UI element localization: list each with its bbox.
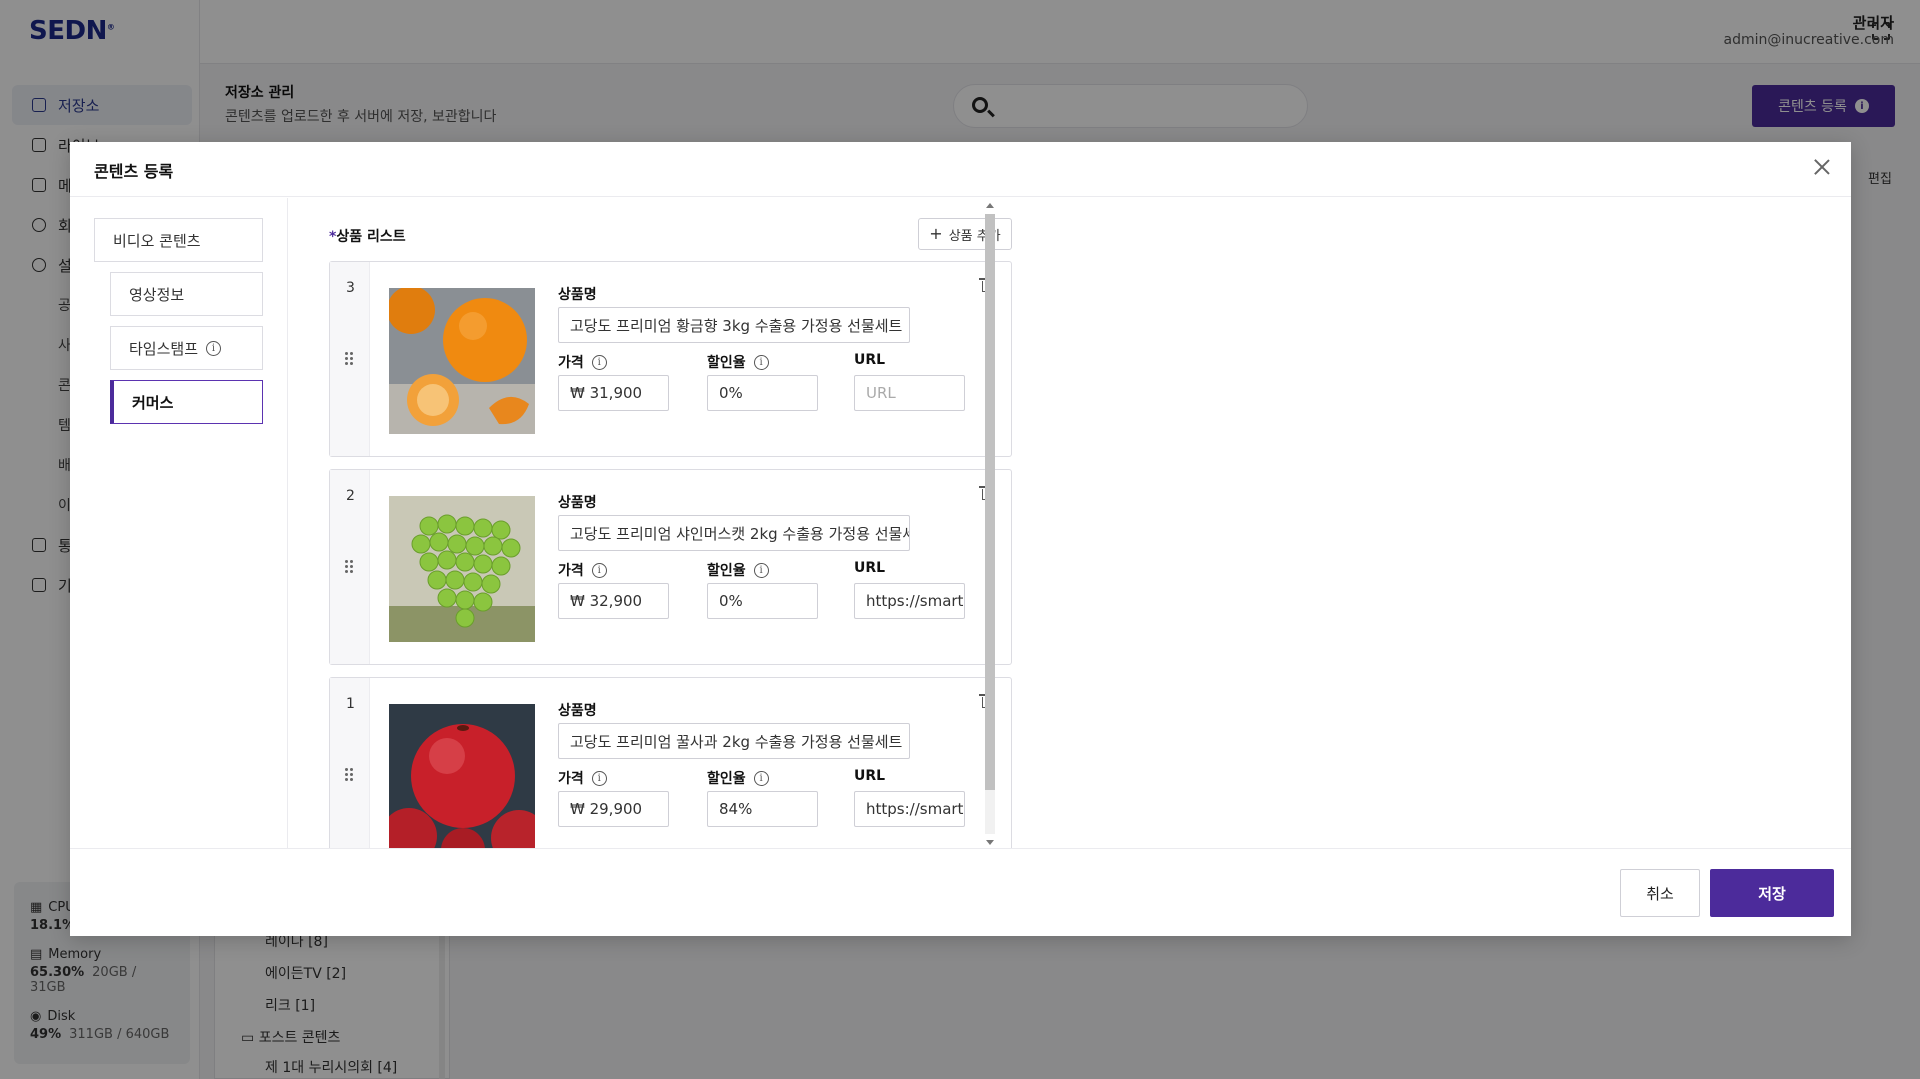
tab-video-info[interactable]: 영상정보 bbox=[110, 272, 263, 316]
content-register-modal: 콘텐츠 등록 비디오 콘텐츠 영상정보 타임스탬프 i 커머스 *상품 리스트 +… bbox=[70, 142, 1851, 936]
info-icon[interactable]: i bbox=[753, 770, 769, 786]
drag-handle-icon[interactable] bbox=[345, 768, 355, 782]
product-index: 2 bbox=[346, 488, 355, 504]
product-card: 3 상품명 고당도 프리미엄 황금향 3kg 수출용 가정용 선물세트 가격i bbox=[329, 261, 1012, 457]
product-list-panel: *상품 리스트 + 상품 추가 3 상품명 고당도 프리미엄 황금향 3kg 수… bbox=[289, 198, 1085, 848]
discount-label: 할인율 i bbox=[707, 560, 769, 580]
modal-title: 콘텐츠 등록 bbox=[94, 162, 174, 181]
discount-label: 할인율 i bbox=[707, 768, 769, 788]
price-input[interactable]: ₩ 29,900 bbox=[558, 791, 669, 827]
grape-image bbox=[389, 496, 535, 642]
url-label: URL bbox=[854, 352, 886, 368]
product-index: 3 bbox=[346, 280, 355, 296]
product-name-input[interactable]: 고당도 프리미엄 꿀사과 2kg 수출용 가정용 선물세트 bbox=[558, 723, 910, 759]
discount-label: 할인율 i bbox=[707, 352, 769, 372]
drag-handle-icon[interactable] bbox=[345, 560, 355, 574]
product-name-label: 상품명 bbox=[558, 495, 597, 511]
tab-video-content[interactable]: 비디오 콘텐츠 bbox=[94, 218, 263, 262]
info-icon[interactable]: i bbox=[591, 770, 607, 786]
price-label: 가격 i bbox=[558, 352, 607, 372]
close-icon[interactable] bbox=[1811, 156, 1833, 178]
scrollbar-thumb[interactable] bbox=[985, 214, 995, 790]
scroll-up-icon[interactable] bbox=[986, 203, 994, 208]
modal-tab-nav: 비디오 콘텐츠 영상정보 타임스탬프 i 커머스 bbox=[70, 198, 288, 848]
product-list-title: *상품 리스트 bbox=[329, 229, 406, 245]
url-label: URL bbox=[854, 560, 886, 576]
card-rail: 3 bbox=[330, 262, 370, 456]
discount-input[interactable]: 0% bbox=[707, 375, 818, 411]
modal-footer: 취소 저장 bbox=[70, 848, 1851, 936]
product-name-input[interactable]: 고당도 프리미엄 황금향 3kg 수출용 가정용 선물세트 bbox=[558, 307, 910, 343]
url-input[interactable]: https://smarts bbox=[854, 791, 965, 827]
scroll-down-icon[interactable] bbox=[986, 840, 994, 845]
apple-image bbox=[389, 704, 535, 848]
product-index: 1 bbox=[346, 696, 355, 712]
product-name-label: 상품명 bbox=[558, 287, 597, 303]
product-name-label: 상품명 bbox=[558, 703, 597, 719]
product-card: 1 상품명 고당도 프리미엄 꿀사과 2kg 수출용 가정용 선물세트 가격 i … bbox=[329, 677, 1012, 848]
drag-handle-icon[interactable] bbox=[345, 352, 355, 366]
url-label: URL bbox=[854, 768, 886, 784]
product-name-input[interactable]: 고당도 프리미엄 샤인머스캣 2kg 수출용 가정용 선물세트 bbox=[558, 515, 910, 551]
price-input[interactable]: ₩ 31,900 bbox=[558, 375, 669, 411]
product-list-scrollbar[interactable] bbox=[983, 200, 995, 848]
tab-timestamp[interactable]: 타임스탬프 i bbox=[110, 326, 263, 370]
info-icon[interactable]: i bbox=[206, 340, 222, 356]
tab-commerce[interactable]: 커머스 bbox=[110, 380, 263, 424]
price-input[interactable]: ₩ 32,900 bbox=[558, 583, 669, 619]
info-icon[interactable]: i bbox=[591, 562, 607, 578]
discount-input[interactable]: 0% bbox=[707, 583, 818, 619]
url-input[interactable]: URL bbox=[854, 375, 965, 411]
price-label: 가격 i bbox=[558, 768, 607, 788]
modal-header: 콘텐츠 등록 bbox=[70, 142, 1851, 197]
discount-input[interactable]: 84% bbox=[707, 791, 818, 827]
price-label: 가격 i bbox=[558, 560, 607, 580]
info-icon[interactable]: i bbox=[753, 354, 769, 370]
info-icon[interactable]: i bbox=[753, 562, 769, 578]
info-icon[interactable]: i bbox=[591, 354, 607, 370]
card-rail: 1 bbox=[330, 678, 370, 848]
save-button[interactable]: 저장 bbox=[1710, 869, 1834, 917]
orange-image bbox=[389, 288, 535, 434]
url-input[interactable]: https://smarts bbox=[854, 583, 965, 619]
cancel-button[interactable]: 취소 bbox=[1620, 869, 1700, 917]
product-card: 2 상품명 고당도 프리미엄 샤인머스캣 2kg 수출용 가정용 선물세트 가격… bbox=[329, 469, 1012, 665]
plus-icon: + bbox=[929, 224, 943, 243]
card-rail: 2 bbox=[330, 470, 370, 664]
add-product-button[interactable]: + 상품 추가 bbox=[918, 218, 1012, 250]
